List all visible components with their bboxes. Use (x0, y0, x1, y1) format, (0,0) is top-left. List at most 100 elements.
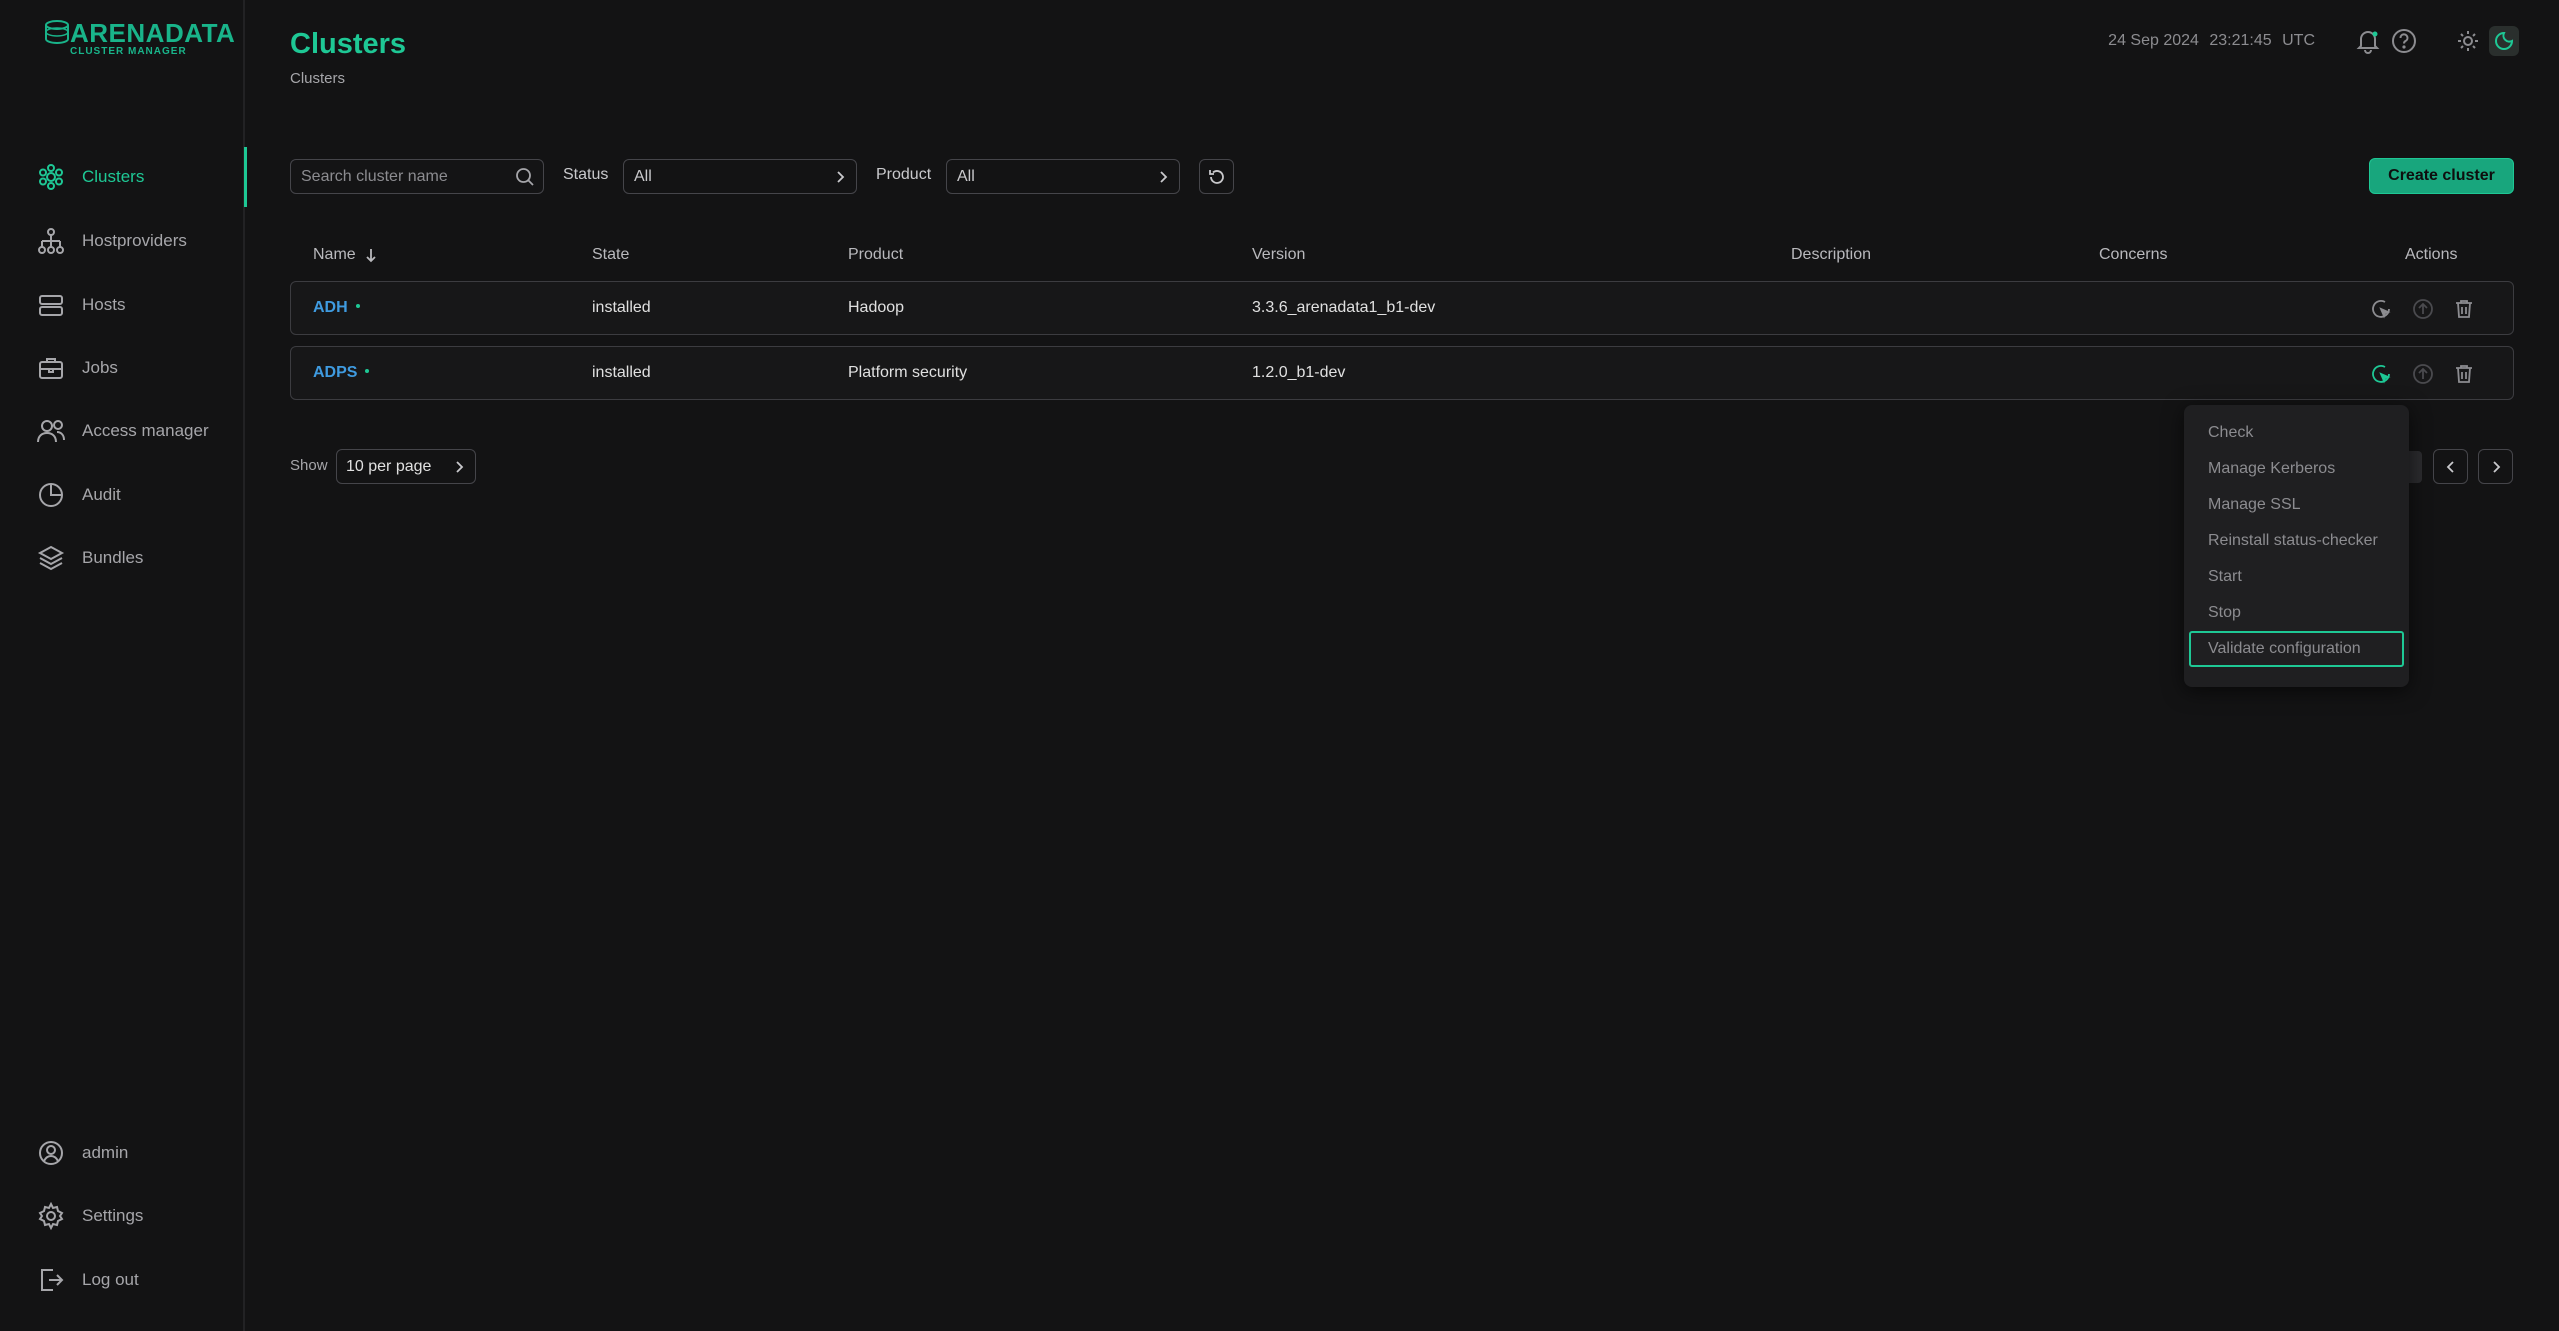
clusters-icon (36, 162, 66, 192)
topbar: 24 Sep 2024 23:21:45 UTC (2108, 26, 2519, 56)
product-label: Product (876, 166, 932, 183)
sidebar: ARENADATA CLUSTER MANAGER Clusters Hostp… (0, 0, 247, 1331)
sidebar-item-label: Clusters (82, 167, 145, 186)
run-action-icon (2369, 297, 2393, 321)
sidebar-item-clusters[interactable]: Clusters (0, 147, 247, 207)
bundles-icon (36, 543, 66, 573)
logo-text: ARENADATA (70, 18, 236, 48)
actions-menu: Check Manage Kerberos Manage SSL Reinsta… (2184, 405, 2409, 687)
prev-page-button[interactable] (2433, 449, 2468, 484)
upgrade-button[interactable] (2409, 360, 2437, 388)
per-page-select[interactable]: 10 per page (336, 449, 476, 484)
menu-item-validate-configuration[interactable]: Validate configuration (2189, 631, 2404, 667)
sidebar-item-label: Hostproviders (82, 231, 187, 250)
chevron-left-icon (2443, 459, 2459, 475)
sidebar-item-label: Jobs (82, 358, 118, 377)
status-label: Status (563, 166, 609, 183)
cluster-version: 3.3.6_arenadata1_b1-dev (1252, 299, 1436, 316)
trash-icon (2453, 298, 2475, 320)
datetime: 24 Sep 2024 23:21:45 UTC (2108, 32, 2321, 50)
hosts-icon (36, 290, 66, 320)
sort-arrow-down-icon (364, 247, 378, 263)
status-dot (355, 303, 360, 308)
search-icon[interactable] (515, 167, 535, 187)
column-header-version: Version (1252, 246, 1306, 263)
menu-item-check[interactable]: Check (2189, 415, 2404, 451)
audit-icon (36, 480, 66, 510)
column-header-label: Name (313, 246, 356, 263)
upgrade-icon (2411, 297, 2435, 321)
sidebar-item-label: Access manager (82, 421, 209, 440)
sidebar-item-jobs[interactable]: Jobs (0, 345, 245, 391)
column-header-description: Description (1791, 246, 1872, 263)
run-action-button[interactable] (2367, 295, 2395, 323)
hostproviders-icon (36, 226, 66, 256)
menu-item-reinstall-status-checker[interactable]: Reinstall status-checker (2189, 523, 2404, 559)
theme-toggle[interactable] (2447, 26, 2519, 56)
sidebar-item-settings[interactable]: Settings (0, 1193, 245, 1239)
bell-icon[interactable] (2353, 26, 2383, 56)
sidebar-item-hostproviders[interactable]: Hostproviders (0, 218, 245, 264)
cluster-state: installed (592, 364, 651, 381)
cluster-name-link[interactable]: ADH (313, 299, 360, 317)
column-header-state: State (592, 246, 630, 263)
cluster-state: installed (592, 299, 651, 316)
logo-icon (45, 20, 69, 44)
logo[interactable]: ARENADATA CLUSTER MANAGER (44, 20, 235, 57)
column-header-name[interactable]: Name (313, 246, 378, 264)
sidebar-item-bundles[interactable]: Bundles (0, 535, 245, 581)
cluster-product: Platform security (848, 364, 968, 381)
menu-item-manage-kerberos[interactable]: Manage Kerberos (2189, 451, 2404, 487)
sidebar-item-logout[interactable]: Log out (0, 1257, 245, 1303)
cluster-name-link[interactable]: ADPS (313, 364, 370, 382)
chevron-right-icon (451, 459, 467, 475)
page-title: Clusters (290, 28, 407, 60)
sidebar-item-admin[interactable]: admin (0, 1130, 245, 1176)
cluster-name: ADPS (313, 364, 358, 381)
sidebar-item-label: admin (82, 1143, 129, 1162)
gear-icon (36, 1201, 66, 1231)
trash-icon (2453, 363, 2475, 385)
per-page-value: 10 per page (346, 457, 432, 475)
breadcrumb[interactable]: Clusters (290, 70, 345, 87)
sidebar-item-label: Log out (82, 1270, 139, 1289)
sidebar-item-audit[interactable]: Audit (0, 472, 245, 518)
reset-filters-button[interactable] (1199, 159, 1234, 194)
column-header-concerns: Concerns (2099, 246, 2168, 263)
help-icon[interactable] (2389, 26, 2419, 56)
product-select-value: All (957, 167, 975, 185)
delete-button[interactable] (2450, 295, 2478, 323)
sidebar-item-access-manager[interactable]: Access manager (0, 408, 245, 454)
user-icon (36, 1138, 66, 1168)
timezone-text: UTC (2282, 32, 2315, 49)
cluster-product: Hadoop (848, 299, 905, 316)
reset-icon (1207, 167, 1227, 187)
create-cluster-button[interactable]: Create cluster (2369, 158, 2514, 194)
run-action-button[interactable] (2367, 360, 2395, 388)
upgrade-icon (2411, 362, 2435, 386)
column-header-product: Product (848, 246, 904, 263)
cluster-name: ADH (313, 299, 348, 316)
search-field[interactable] (290, 159, 544, 194)
upgrade-button[interactable] (2409, 295, 2437, 323)
table-row: ADH installed Hadoop 3.3.6_arenadata1_b1… (290, 281, 2514, 335)
moon-icon[interactable] (2489, 26, 2519, 56)
menu-item-manage-ssl[interactable]: Manage SSL (2189, 487, 2404, 523)
delete-button[interactable] (2450, 360, 2478, 388)
sidebar-item-hosts[interactable]: Hosts (0, 282, 245, 328)
status-select[interactable]: All (623, 159, 857, 194)
menu-item-stop[interactable]: Stop (2189, 595, 2404, 631)
search-input[interactable] (291, 160, 501, 193)
next-page-button[interactable] (2478, 449, 2513, 484)
menu-item-start[interactable]: Start (2189, 559, 2404, 595)
sidebar-item-label: Audit (82, 485, 121, 504)
jobs-icon (36, 353, 66, 383)
status-dot (365, 368, 370, 373)
status-select-value: All (634, 167, 652, 185)
time-text: 23:21:45 (2209, 32, 2272, 49)
product-select[interactable]: All (946, 159, 1180, 194)
sun-icon[interactable] (2453, 26, 2483, 56)
table-row: ADPS installed Platform security 1.2.0_b… (290, 346, 2514, 400)
chevron-right-icon (832, 169, 848, 185)
access-manager-icon (36, 416, 66, 446)
